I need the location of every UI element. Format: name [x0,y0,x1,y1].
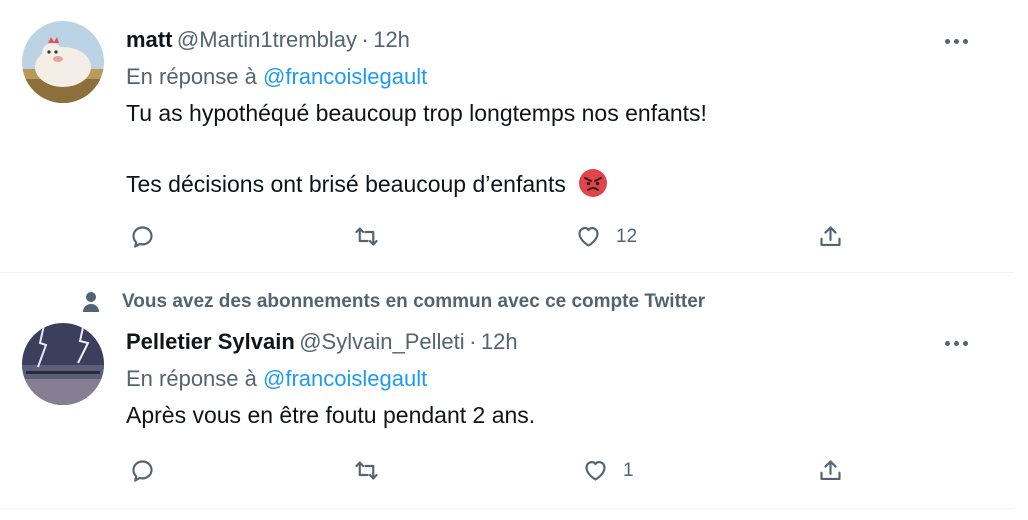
share-icon [820,460,841,481]
like-button[interactable]: 1 [582,457,634,484]
retweet-button[interactable] [353,223,394,250]
tweet-text: Tes décisions ont brisé beaucoup d’enfan… [126,171,566,197]
more-options-icon[interactable] [942,331,970,355]
like-button[interactable]: 12 [575,223,637,250]
tweet-divider [0,508,1014,509]
more-options-icon[interactable] [942,29,970,53]
like-count: 1 [623,459,634,481]
avatar[interactable] [22,21,104,103]
reply-button[interactable] [129,223,170,250]
retweet-button[interactable] [353,457,394,484]
share-button[interactable] [817,457,844,484]
tweet-header: matt @Martin1tremblay · 12h [126,27,410,53]
heart-icon [578,226,599,247]
reply-icon [132,460,153,482]
separator-dot: · [469,329,477,354]
timestamp[interactable]: 12h [373,27,410,52]
tweet-text-line: Tu as hypothéqué beaucoup trop longtemps… [126,100,707,126]
tweet-text-line: Après vous en être foutu pendant 2 ans. [126,402,536,428]
tweet-header: Pelletier Sylvain @Sylvain_Pelleti · 12h [126,329,518,355]
display-name[interactable]: matt [126,27,172,52]
reply-context: En réponse à @francoislegault [126,64,427,90]
retweet-icon [355,227,378,246]
reply-context: En réponse à @francoislegault [126,366,427,392]
share-icon [820,226,841,247]
avatar-image [22,21,104,103]
reply-button[interactable] [129,457,170,484]
angry-face-icon [579,169,608,197]
heart-icon [585,460,606,481]
user-handle[interactable]: @Sylvain_Pelleti [299,329,464,354]
reply-prefix: En réponse à [126,366,257,391]
avatar[interactable] [22,323,104,405]
avatar-image [22,323,104,405]
retweet-icon [355,461,378,480]
separator-dot: · [361,27,369,52]
tweet[interactable]: matt @Martin1tremblay · 12h En réponse à… [0,0,1014,272]
reply-mention-link[interactable]: @francoislegault [263,366,427,391]
share-button[interactable] [817,223,844,250]
reply-mention-link[interactable]: @francoislegault [263,64,427,89]
user-handle[interactable]: @Martin1tremblay [177,27,357,52]
reply-icon [132,226,153,248]
timestamp[interactable]: 12h [481,329,518,354]
tweet-text-line: Tes décisions ont brisé beaucoup d’enfan… [126,168,608,198]
reply-prefix: En réponse à [126,64,257,89]
like-count: 12 [616,225,638,247]
tweet[interactable]: Pelletier Sylvain @Sylvain_Pelleti · 12h… [0,272,1014,508]
display-name[interactable]: Pelletier Sylvain [126,329,295,354]
